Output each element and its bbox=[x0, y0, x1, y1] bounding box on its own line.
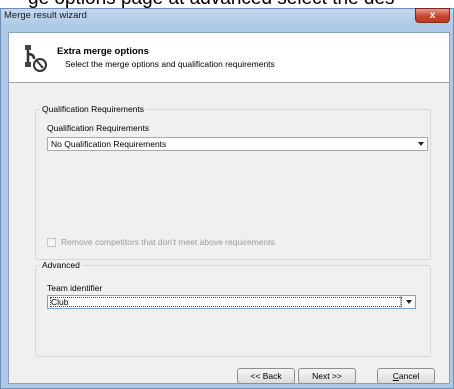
title-bar[interactable]: Merge result wizard x bbox=[1, 8, 453, 24]
close-button[interactable]: x bbox=[415, 8, 450, 23]
back-button[interactable]: << Back bbox=[237, 368, 295, 384]
qualification-group: Qualification Requirements Qualification… bbox=[35, 104, 431, 260]
remove-competitors-label: Remove competitors that don't meet above… bbox=[61, 237, 275, 247]
page-title: Extra merge options bbox=[57, 46, 149, 57]
wizard-header: Extra merge options Select the merge opt… bbox=[9, 33, 449, 83]
qualification-dropdown[interactable]: No Qualification Requirements bbox=[47, 137, 428, 151]
cancel-button-label: ancel bbox=[398, 371, 420, 381]
team-identifier-dropdown[interactable]: Club bbox=[47, 295, 416, 309]
window-title: Merge result wizard bbox=[4, 10, 87, 21]
qualification-group-title: Qualification Requirements bbox=[40, 104, 147, 114]
next-button[interactable]: Next >> bbox=[298, 368, 356, 384]
qualification-field-label: Qualification Requirements bbox=[47, 123, 150, 133]
team-identifier-label: Team identifier bbox=[47, 283, 103, 293]
remove-competitors-checkbox[interactable] bbox=[47, 238, 56, 247]
chevron-down-icon bbox=[418, 142, 424, 146]
page-subtitle: Select the merge options and qualificati… bbox=[65, 59, 275, 69]
advanced-group-title: Advanced bbox=[40, 260, 82, 270]
wizard-window: Merge result wizard x Extra merge option… bbox=[0, 8, 454, 389]
qualification-selected-value: No Qualification Requirements bbox=[51, 139, 167, 149]
wizard-client-area: Extra merge options Select the merge opt… bbox=[8, 32, 450, 384]
cancel-button[interactable]: Cancel bbox=[377, 368, 435, 384]
back-button-label: << Back bbox=[250, 371, 282, 381]
close-icon: x bbox=[429, 10, 436, 21]
focus-rectangle bbox=[50, 297, 402, 307]
advanced-group: Advanced Team identifier Club bbox=[35, 260, 431, 357]
next-button-label: Next >> bbox=[312, 371, 342, 381]
merge-wizard-icon bbox=[25, 45, 47, 72]
dropdown-divider bbox=[400, 296, 401, 308]
chevron-down-icon bbox=[406, 300, 412, 304]
